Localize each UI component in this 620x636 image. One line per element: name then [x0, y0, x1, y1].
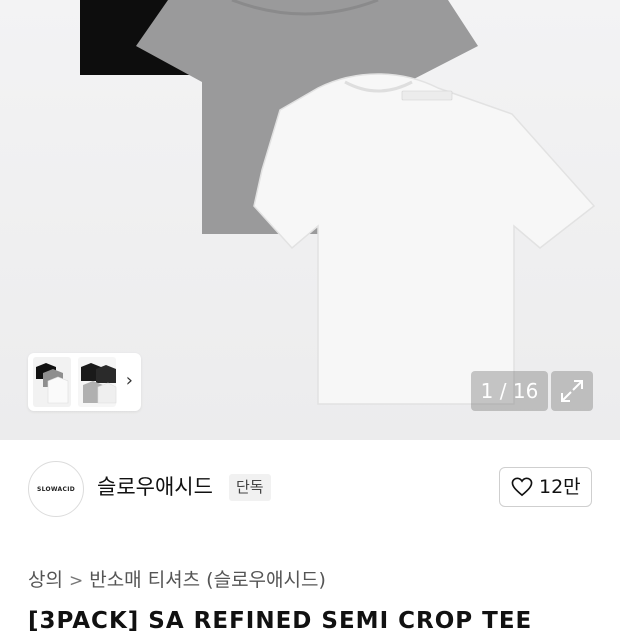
product-title: [3PACK] SA REFINED SEMI CROP TEE: [28, 608, 533, 634]
heart-outline-icon: [511, 477, 533, 497]
breadcrumb-separator: >: [68, 571, 84, 591]
brand-name[interactable]: 슬로우애시드: [97, 474, 213, 500]
product-image-gallery[interactable]: › 1 / 16: [0, 0, 620, 440]
expand-image-button[interactable]: [551, 371, 593, 411]
image-counter: 1 / 16: [471, 371, 548, 411]
thumbnail-next-chevron-icon[interactable]: ›: [126, 371, 133, 391]
breadcrumb-item-subcategory[interactable]: 반소매 티셔츠 (슬로우애시드): [89, 569, 326, 591]
brand-logo-text: SLOWACID: [36, 485, 76, 493]
brand-logo[interactable]: SLOWACID: [28, 461, 84, 517]
expand-icon: [561, 380, 583, 402]
brand-row: SLOWACID 슬로우애시드 단독 12만: [0, 458, 620, 520]
brand-like-button[interactable]: 12만: [499, 467, 592, 507]
breadcrumb-item-category[interactable]: 상의: [28, 569, 63, 591]
exclusive-badge: 단독: [229, 474, 271, 501]
thumbnail-strip[interactable]: ›: [28, 353, 141, 411]
like-count: 12만: [539, 476, 581, 498]
thumbnail-image: [33, 357, 117, 407]
breadcrumb: 상의 > 반소매 티셔츠 (슬로우애시드): [28, 566, 326, 594]
